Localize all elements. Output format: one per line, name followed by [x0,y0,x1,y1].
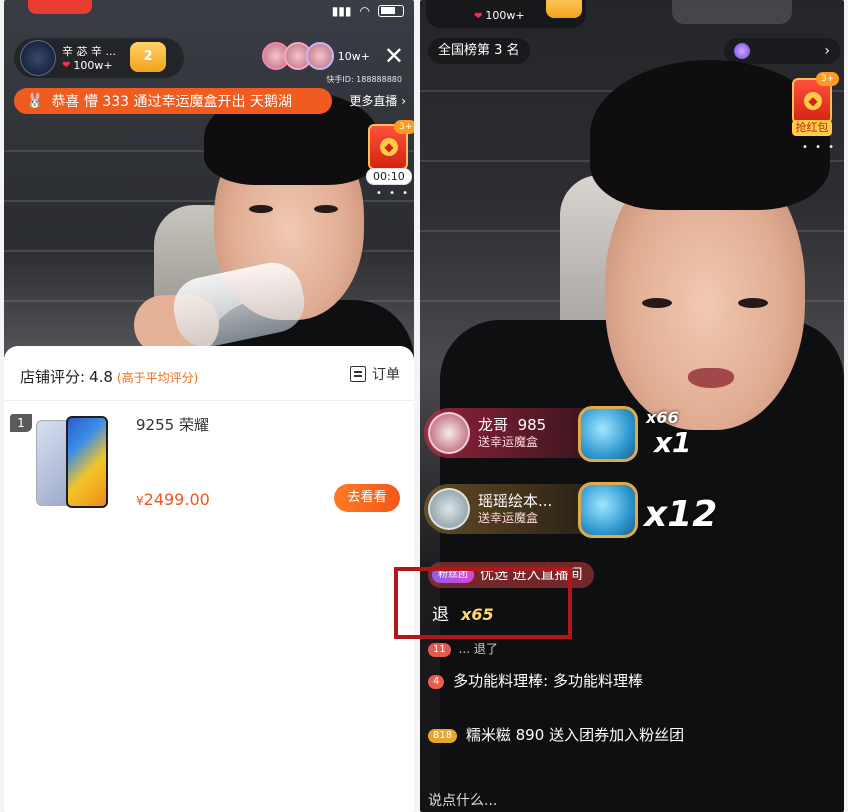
status-bar: ▮▮▮ ◠ [332,4,404,18]
gift-user: 龙哥 [478,416,509,434]
rank-badge[interactable]: 全国榜第 3 名 [428,38,530,64]
wifi-icon: ◠ [359,4,370,18]
comment-input[interactable]: 说点什么... [428,790,497,810]
product-image[interactable] [20,412,108,512]
product-index: 1 [10,414,32,432]
order-label: 订单 [372,367,400,383]
red-packet-icon: ◆ [380,138,398,156]
top-red-indicator [28,0,92,14]
gem-icon [734,43,750,59]
order-button[interactable]: 订单 [350,364,400,384]
rating-value: 4.8 [89,368,113,386]
gift-action: 送幸运魔盒 [478,435,539,449]
rating-hint: (高于平均评分) [116,371,199,385]
chat-text: 送入团券加入粉丝团 [549,726,685,744]
viewer-avatars[interactable]: 10w+ [261,42,370,70]
gift-action: 送幸运魔盒 [478,511,539,525]
order-icon [350,366,366,382]
red-packet-timer: 00:10 [366,168,412,185]
highlight-box [394,567,572,639]
heart-icon: ❤ [474,11,483,22]
chat-text: ... 退了 [458,642,498,656]
gift-combo: x1 [654,426,692,459]
chat-message: 11 ... 退了 [428,636,498,662]
avatar[interactable] [20,40,56,76]
shop-rating: 店铺评分: 4.8 (高于平均评分) [20,366,198,387]
signal-icon: ▮▮▮ [331,4,352,18]
gift-combo: x12 [644,494,718,535]
product-price: ¥2499.00 [136,490,210,509]
top-right-chip[interactable]: › [724,38,840,64]
viewer-count: 10w+ [337,49,370,63]
host-id: 快手ID: 188888880 [326,75,402,84]
grab-red-packet-label[interactable]: 抢红包 [792,120,832,136]
gift-user: 瑶瑶绘本... [478,492,553,510]
anchor-likes: 100w+ [485,9,525,22]
red-packet-icon: ◆ [804,92,822,110]
more-live-link[interactable]: 更多直播 › [349,92,406,109]
battery-icon [378,5,404,17]
anchor-likes: 100w+ [73,58,113,72]
rating-label: 店铺评分: [20,368,86,386]
avatar [428,488,470,530]
gift-combo-small: x66 [646,408,679,427]
magic-box-icon [578,482,638,538]
red-packet-count: 3+ [816,72,840,86]
price-symbol: ¥ [136,494,144,508]
chat-user: 糯米糍 890 [465,726,545,744]
gift-user-value: 985 [517,416,547,434]
chat-message: 818 糯米糍 890 送入团券加入粉丝团 [428,722,698,748]
gift-ticker[interactable]: 🐰 恭喜 懵 333 通过幸运魔盒开出 天鹅湖 [14,88,332,114]
price-value: 2499.00 [143,490,210,509]
red-packet-count: 3+ [394,120,414,134]
level-badge[interactable]: 2 [130,42,166,72]
product-title[interactable]: 9255 荣耀 [136,414,209,435]
carousel-dots: • • • [802,142,837,153]
anchor-name: 辛 苾 辛 ... [62,44,116,58]
divider [4,400,414,401]
level-badge[interactable] [546,0,582,18]
view-product-button[interactable]: 去看看 [334,484,400,512]
shop-sheet: 店铺评分: 4.8 (高于平均评分) 订单 1 9255 荣耀 ¥2499.00 去… [4,346,414,812]
viewer-avatars[interactable] [672,0,792,24]
left-live-screen: ▮▮▮ ◠ 辛 苾 辛 ... ❤ 100w+ 2 10w+ ✕ 快手ID: 18… [4,0,414,812]
level-tag: 4 [428,674,445,689]
avatar [428,412,470,454]
level-tag: 11 [428,642,451,657]
chat-user: 多功能料理棒: [453,672,549,690]
chat-message: 4 多功能料理棒: 多功能料理棒 [428,668,698,694]
rabbit-icon: 🐰 [26,93,44,109]
chat-text: 多功能料理棒 [553,672,644,690]
ticker-text: 恭喜 懵 333 通过幸运魔盒开出 天鹅湖 [51,94,292,110]
carousel-dots: • • • [376,188,411,199]
heart-icon: ❤ [62,59,71,71]
level-tag: 818 [428,728,458,743]
magic-box-icon [578,406,638,462]
right-live-screen: ❤ 100w+ 全国榜第 3 名 › ◆ 3+ 抢红包 • • • 龙哥 985… [420,0,844,812]
close-icon[interactable]: ✕ [384,42,404,70]
